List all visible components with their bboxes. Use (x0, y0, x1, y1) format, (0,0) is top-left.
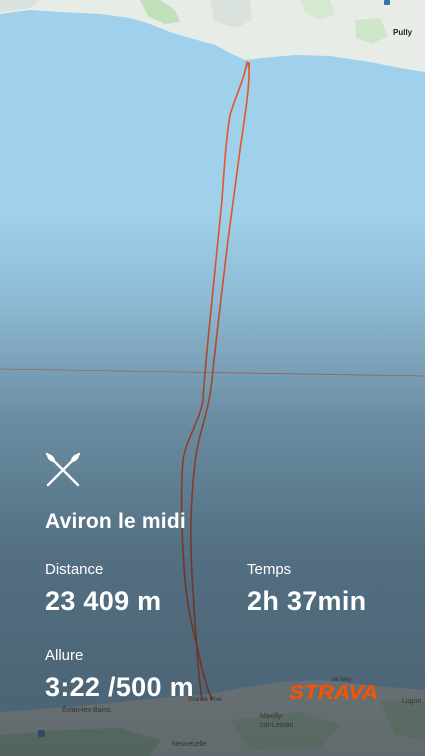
time-value: 2h 37min (247, 586, 367, 616)
svg-text:STRAVA: STRAVA (289, 682, 378, 703)
place-label-maxilly: Maxilly- sur-Léman (260, 713, 294, 729)
pace-label: Allure (45, 647, 84, 664)
rowing-oars-icon (45, 452, 81, 487)
place-label-neuvecelle: Neuvecelle (172, 741, 207, 748)
distance-value: 23 409 m (45, 586, 162, 616)
place-label-pully: Pully (393, 28, 413, 37)
distance-label: Distance (45, 561, 104, 578)
pace-value: 3:22 /500 m (45, 672, 194, 702)
place-label-evian: Évian-les-Bains (62, 707, 111, 714)
map-dim-overlay (0, 0, 425, 756)
activity-title: Aviron le midi (45, 510, 186, 533)
time-label: Temps (247, 561, 292, 578)
strava-logo: STRAVA (289, 682, 378, 703)
place-label-lugrin: Lugrin (402, 698, 422, 705)
